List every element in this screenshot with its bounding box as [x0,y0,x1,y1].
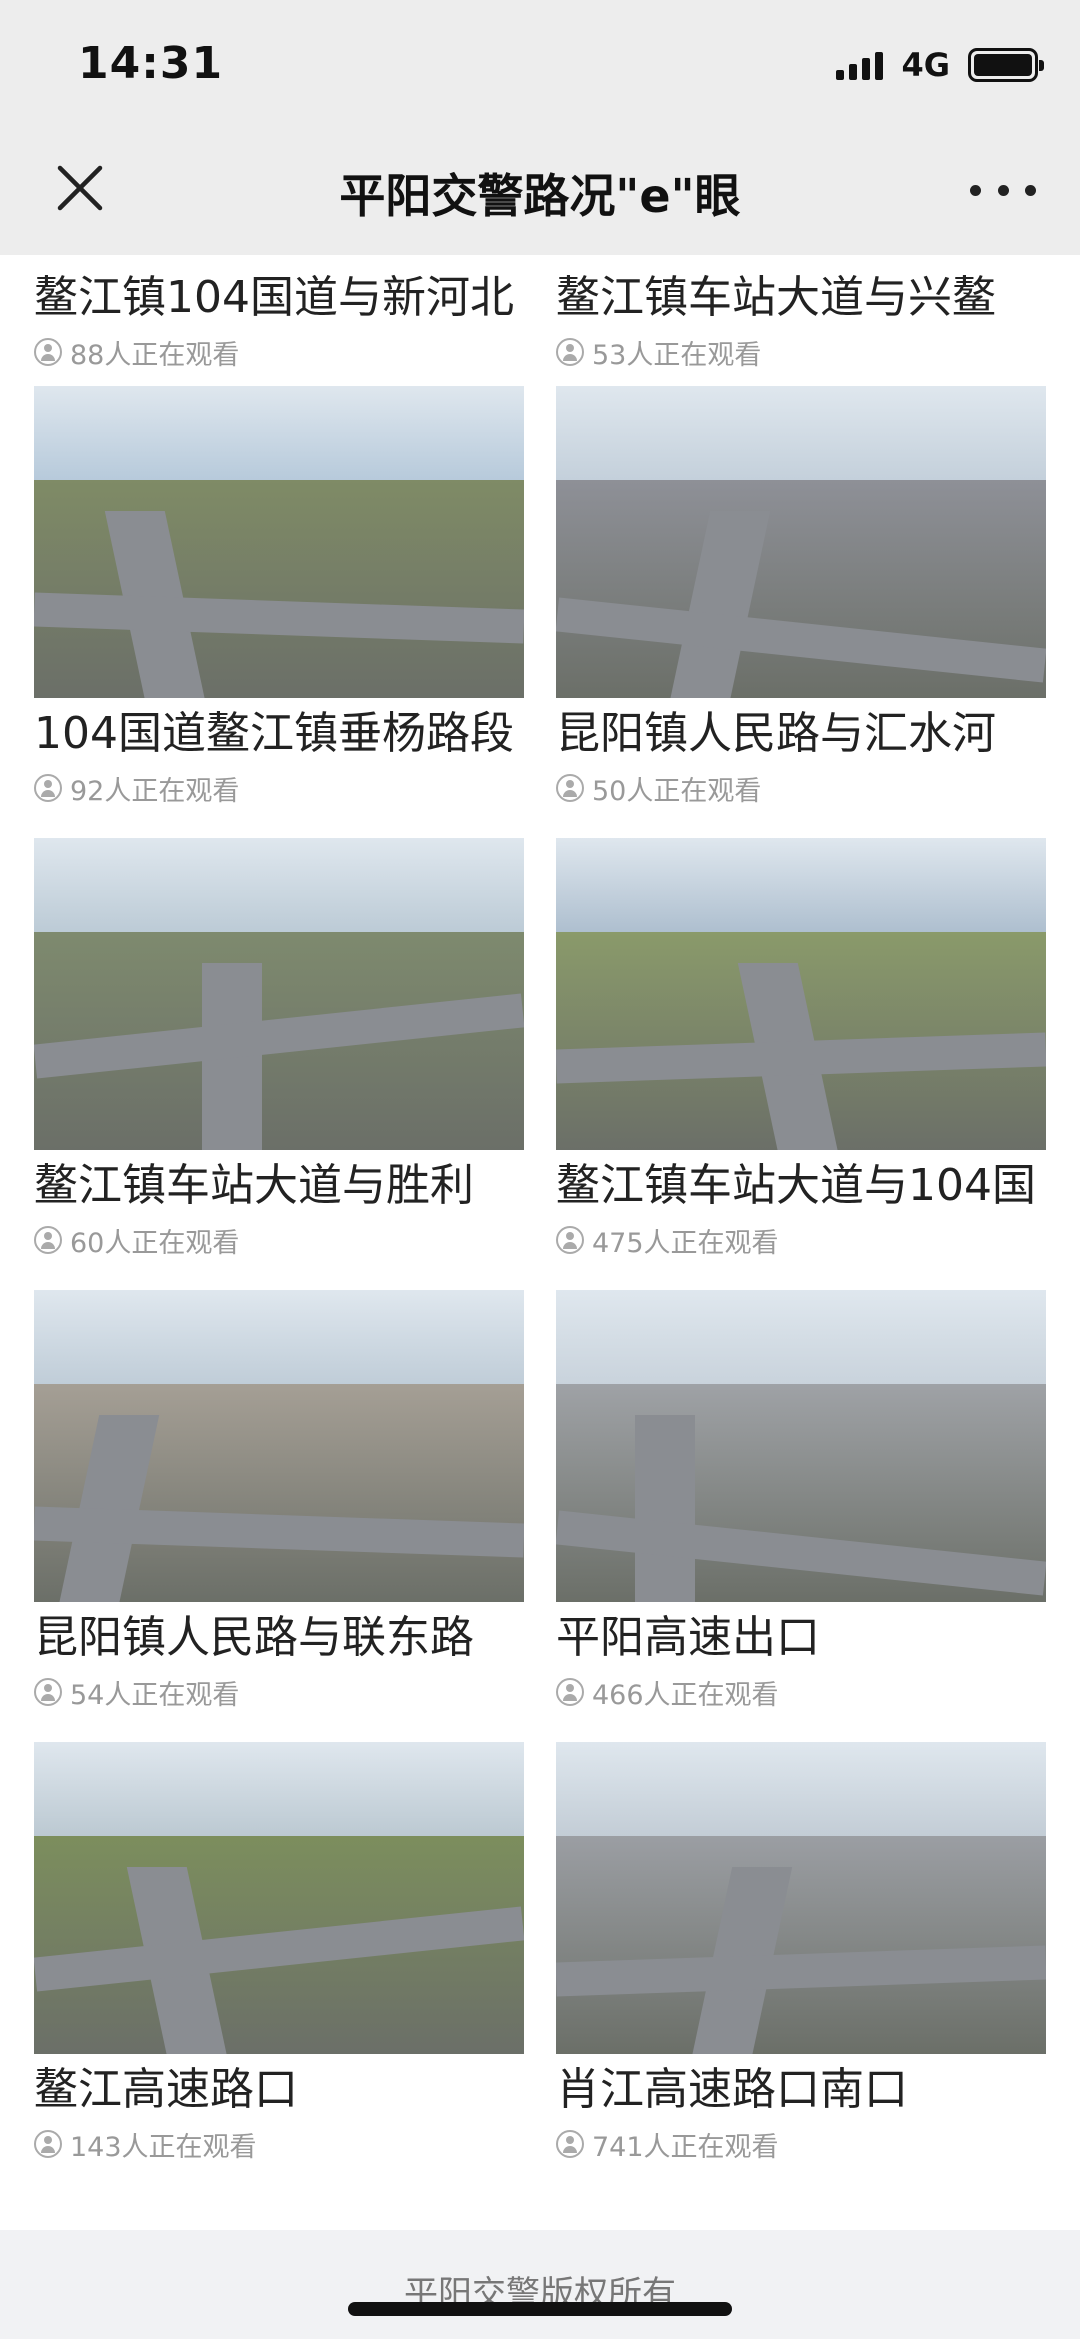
viewer-count: 143人正在观看 [34,2124,524,2164]
person-icon [556,2130,584,2158]
viewer-count: 475人正在观看 [556,1220,1046,1260]
camera-title: 鳌江镇车站大道与兴鳌 [556,272,996,323]
top-bar: 14:31 4G 平阳交警路况"e"眼 [0,0,1080,255]
person-icon [34,338,62,366]
camera-card[interactable]: 104国道鳌江镇垂杨路段 92人正在观看 [34,386,524,808]
camera-card[interactable]: 鳌江镇车站大道与胜利 60人正在观看 [34,838,524,1260]
person-icon [556,774,584,802]
camera-card[interactable]: 肖江高速路口南口 741人正在观看 [556,1742,1046,2164]
camera-thumbnail[interactable] [556,838,1046,1150]
person-icon [556,1226,584,1254]
network-type: 4G [901,46,950,84]
status-time: 14:31 [78,38,224,89]
person-icon [556,1678,584,1706]
camera-title: 104国道鳌江镇垂杨路段 [34,708,514,759]
camera-title: 鳌江高速路口 [34,2064,298,2115]
viewer-count-text: 741人正在观看 [592,2131,779,2163]
camera-card[interactable]: 鳌江高速路口 143人正在观看 [34,1742,524,2164]
viewer-count-text: 53人正在观看 [592,339,762,371]
viewer-count-text: 475人正在观看 [592,1227,779,1259]
viewer-count: 50人正在观看 [556,768,1046,808]
camera-card[interactable]: 平阳高速出口 466人正在观看 [556,1290,1046,1712]
camera-thumbnail[interactable] [34,386,524,698]
camera-thumbnail[interactable] [34,1290,524,1602]
camera-title: 鳌江镇104国道与新河北 [34,272,514,323]
viewer-count-text: 143人正在观看 [70,2131,257,2163]
person-icon [556,338,584,366]
viewer-count: 53人正在观看 [556,332,1046,372]
viewer-count: 60人正在观看 [34,1220,524,1260]
camera-thumbnail[interactable] [34,838,524,1150]
camera-title: 鳌江镇车站大道与胜利 [34,1160,474,1211]
person-icon [34,1226,62,1254]
camera-card[interactable]: 鳌江镇104国道与新河北 88人正在观看 [34,262,524,372]
camera-thumbnail[interactable] [34,1742,524,2054]
viewer-count-text: 54人正在观看 [70,1679,240,1711]
camera-card[interactable]: 昆阳镇人民路与联东路 54人正在观看 [34,1290,524,1712]
footer: 平阳交警版权所有 [0,2230,1080,2339]
viewer-count-text: 88人正在观看 [70,339,240,371]
status-indicators: 4G [836,46,1044,84]
person-icon [34,774,62,802]
viewer-count: 741人正在观看 [556,2124,1046,2164]
person-icon [34,2130,62,2158]
camera-title: 鳌江镇车站大道与104国 [556,1160,1036,1211]
camera-card[interactable]: 鳌江镇车站大道与104国 475人正在观看 [556,838,1046,1260]
viewer-count: 88人正在观看 [34,332,524,372]
camera-title: 昆阳镇人民路与联东路 [34,1612,474,1663]
viewer-count-text: 466人正在观看 [592,1679,779,1711]
more-dots-icon [970,184,981,196]
camera-thumbnail[interactable] [556,1742,1046,2054]
camera-card[interactable]: 昆阳镇人民路与汇水河 50人正在观看 [556,386,1046,808]
person-icon [34,1678,62,1706]
viewer-count: 466人正在观看 [556,1672,1046,1712]
camera-thumbnail[interactable] [556,386,1046,698]
viewer-count-text: 92人正在观看 [70,775,240,807]
viewer-count: 54人正在观看 [34,1672,524,1712]
more-button[interactable] [970,170,1036,210]
viewer-count: 92人正在观看 [34,768,524,808]
camera-title: 昆阳镇人民路与汇水河 [556,708,996,759]
viewer-count-text: 50人正在观看 [592,775,762,807]
viewer-count-text: 60人正在观看 [70,1227,240,1259]
camera-card[interactable]: 鳌江镇车站大道与兴鳌 53人正在观看 [556,262,1046,372]
battery-icon [968,48,1044,82]
signal-icon [836,50,884,80]
camera-title: 肖江高速路口南口 [556,2064,908,2115]
camera-title: 平阳高速出口 [556,1612,820,1663]
page-title: 平阳交警路况"e"眼 [339,169,741,223]
camera-thumbnail[interactable] [556,1290,1046,1602]
home-indicator[interactable] [348,2302,732,2316]
